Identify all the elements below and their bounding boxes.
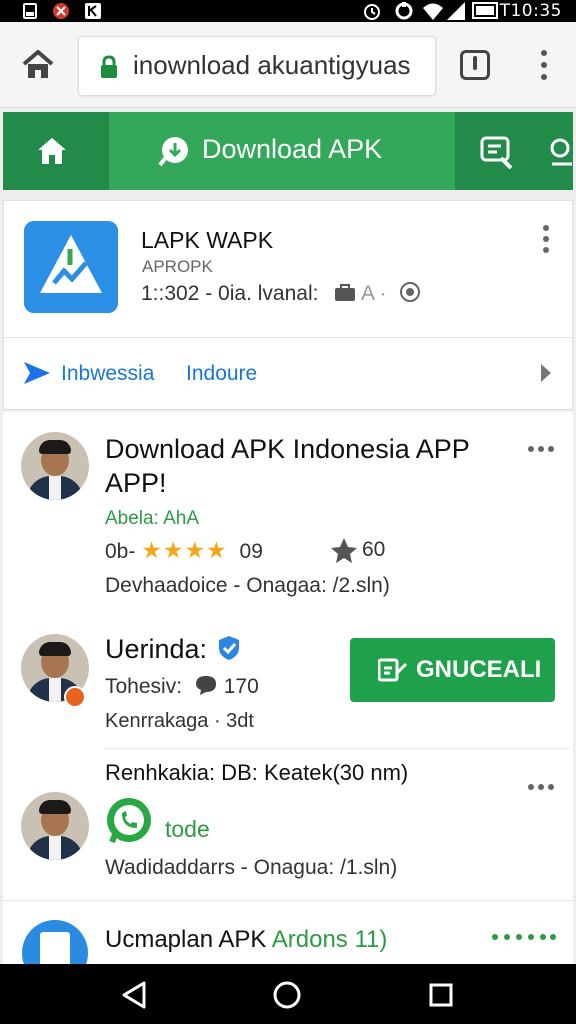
item-title[interactable]: Renhkakia: DB: Keatek(30 nm)	[105, 760, 408, 786]
more-nav-icon[interactable]	[548, 134, 576, 170]
item-title-text: Ucmaplan APK	[105, 926, 267, 953]
system-nav-bar	[0, 964, 576, 1024]
play-store-icon	[24, 362, 50, 384]
browser-home-icon[interactable]	[18, 48, 58, 82]
rating-right: 60	[362, 538, 386, 561]
rating-value: 09	[239, 540, 263, 563]
screen: T10:35 inownload akuantigyuas Download A…	[0, 0, 576, 1024]
nav-download-apk-tab[interactable]: Download APK	[109, 112, 455, 190]
notification-icon	[23, 3, 37, 19]
list-item[interactable]: Download APK Indonesia APP APP! Abela: A…	[0, 412, 570, 626]
item-title[interactable]: Ucmaplan APK Ardons 11)	[105, 926, 387, 954]
item-footer: Wadidaddarrs - Onagua: /1.sln)	[105, 856, 398, 879]
battery-icon	[472, 2, 498, 19]
nav-active-label: Download APK	[202, 134, 383, 164]
avatar	[21, 792, 89, 860]
item-title[interactable]: Uerinda:	[105, 632, 243, 666]
item-title-green: Ardons 11)	[271, 926, 388, 953]
list-item[interactable]: Uerinda: Tohesiv: 170 Kenrrakaga · 3dt G…	[0, 626, 570, 748]
app-logo-icon[interactable]	[24, 221, 118, 313]
download-box-icon	[378, 658, 408, 682]
status-bar: T10:35	[0, 0, 576, 22]
browser-menu-icon[interactable]	[536, 50, 552, 80]
sync-icon	[395, 2, 413, 20]
back-icon[interactable]	[118, 980, 150, 1010]
download-button-label: GNUCEALI	[416, 656, 542, 683]
site-nav: Download APK	[3, 112, 573, 190]
badge-icon	[64, 686, 86, 708]
item-line3: Kenrrakaga · 3dt	[105, 710, 254, 732]
home-circle-icon[interactable]	[272, 980, 302, 1010]
download-button[interactable]: GNUCEALI	[350, 638, 555, 702]
browser-toolbar: inownload akuantigyuas	[0, 22, 576, 108]
home-icon	[38, 138, 66, 164]
item-line2-text: Tohesiv:	[105, 675, 183, 698]
download-icon	[158, 137, 188, 167]
language-row[interactable]: Inbwessia Indoure	[4, 338, 574, 410]
briefcase-icon	[335, 284, 356, 301]
recents-icon[interactable]	[428, 982, 454, 1008]
verified-badge-icon	[218, 636, 239, 660]
item-title-text: Uerinda:	[105, 634, 208, 664]
item-footer: Devhaadoice - Onagaa: /2.sln)	[105, 574, 390, 597]
address-bar[interactable]: inownload akuantigyuas	[78, 36, 436, 96]
app-card: LAPK WAPK APROPK 1::302 - 0ia. lvanal: A…	[3, 200, 574, 410]
app-meta-text: 1::302 - 0ia. lvanal:	[141, 282, 319, 305]
whatsapp-icon[interactable]	[104, 796, 154, 846]
wifi-icon	[423, 3, 443, 20]
star-rating: ★★★★	[141, 538, 228, 564]
signal-icon	[447, 2, 465, 20]
item-more-icon[interactable]	[492, 934, 556, 942]
comment-count: 170	[223, 675, 259, 698]
language-link-2[interactable]: Indoure	[186, 362, 257, 386]
chat-search-icon[interactable]	[479, 134, 515, 170]
thumbs-up-icon	[331, 538, 357, 563]
item-more-icon[interactable]	[528, 446, 556, 454]
rating-left: 0b-	[105, 540, 136, 563]
item-title-line1: Download APK Indonesia APP	[105, 434, 470, 464]
chevron-right-icon[interactable]	[538, 362, 554, 384]
item-title[interactable]: Download APK Indonesia APP APP!	[105, 432, 470, 500]
comment-icon	[195, 676, 216, 695]
language-link-1[interactable]: Inbwessia	[61, 362, 154, 386]
list-item[interactable]: Renhkakia: DB: Keatek(30 nm) tode Wadida…	[0, 748, 570, 900]
item-line2: Tohesiv: 170	[105, 674, 259, 699]
item-subtitle: Abela: AhA	[105, 508, 200, 529]
url-text: inownload akuantigyuas	[133, 50, 411, 80]
app-meta-suffix: A ·	[360, 282, 387, 305]
app-notification-icon	[85, 3, 101, 19]
clock: T10:35	[499, 1, 562, 21]
item-rating: 0b- ★★★★ 09	[105, 538, 263, 564]
item-title-line2: APP!	[105, 468, 167, 498]
app-overflow-menu-icon[interactable]	[540, 225, 552, 255]
tabs-switcher-button[interactable]	[460, 50, 490, 80]
avatar	[21, 432, 89, 500]
app-subtitle: APROPK	[142, 257, 213, 276]
help-circle-icon	[399, 282, 420, 302]
alarm-icon	[364, 4, 380, 20]
missed-call-icon	[53, 3, 69, 19]
item-more-icon[interactable]	[528, 784, 556, 792]
lock-icon	[101, 55, 117, 78]
app-meta: 1::302 - 0ia. lvanal: A ·	[141, 281, 421, 306]
nav-home-tab[interactable]	[3, 112, 107, 190]
whatsapp-label[interactable]: tode	[165, 816, 210, 843]
app-title: LAPK WAPK	[141, 227, 274, 253]
